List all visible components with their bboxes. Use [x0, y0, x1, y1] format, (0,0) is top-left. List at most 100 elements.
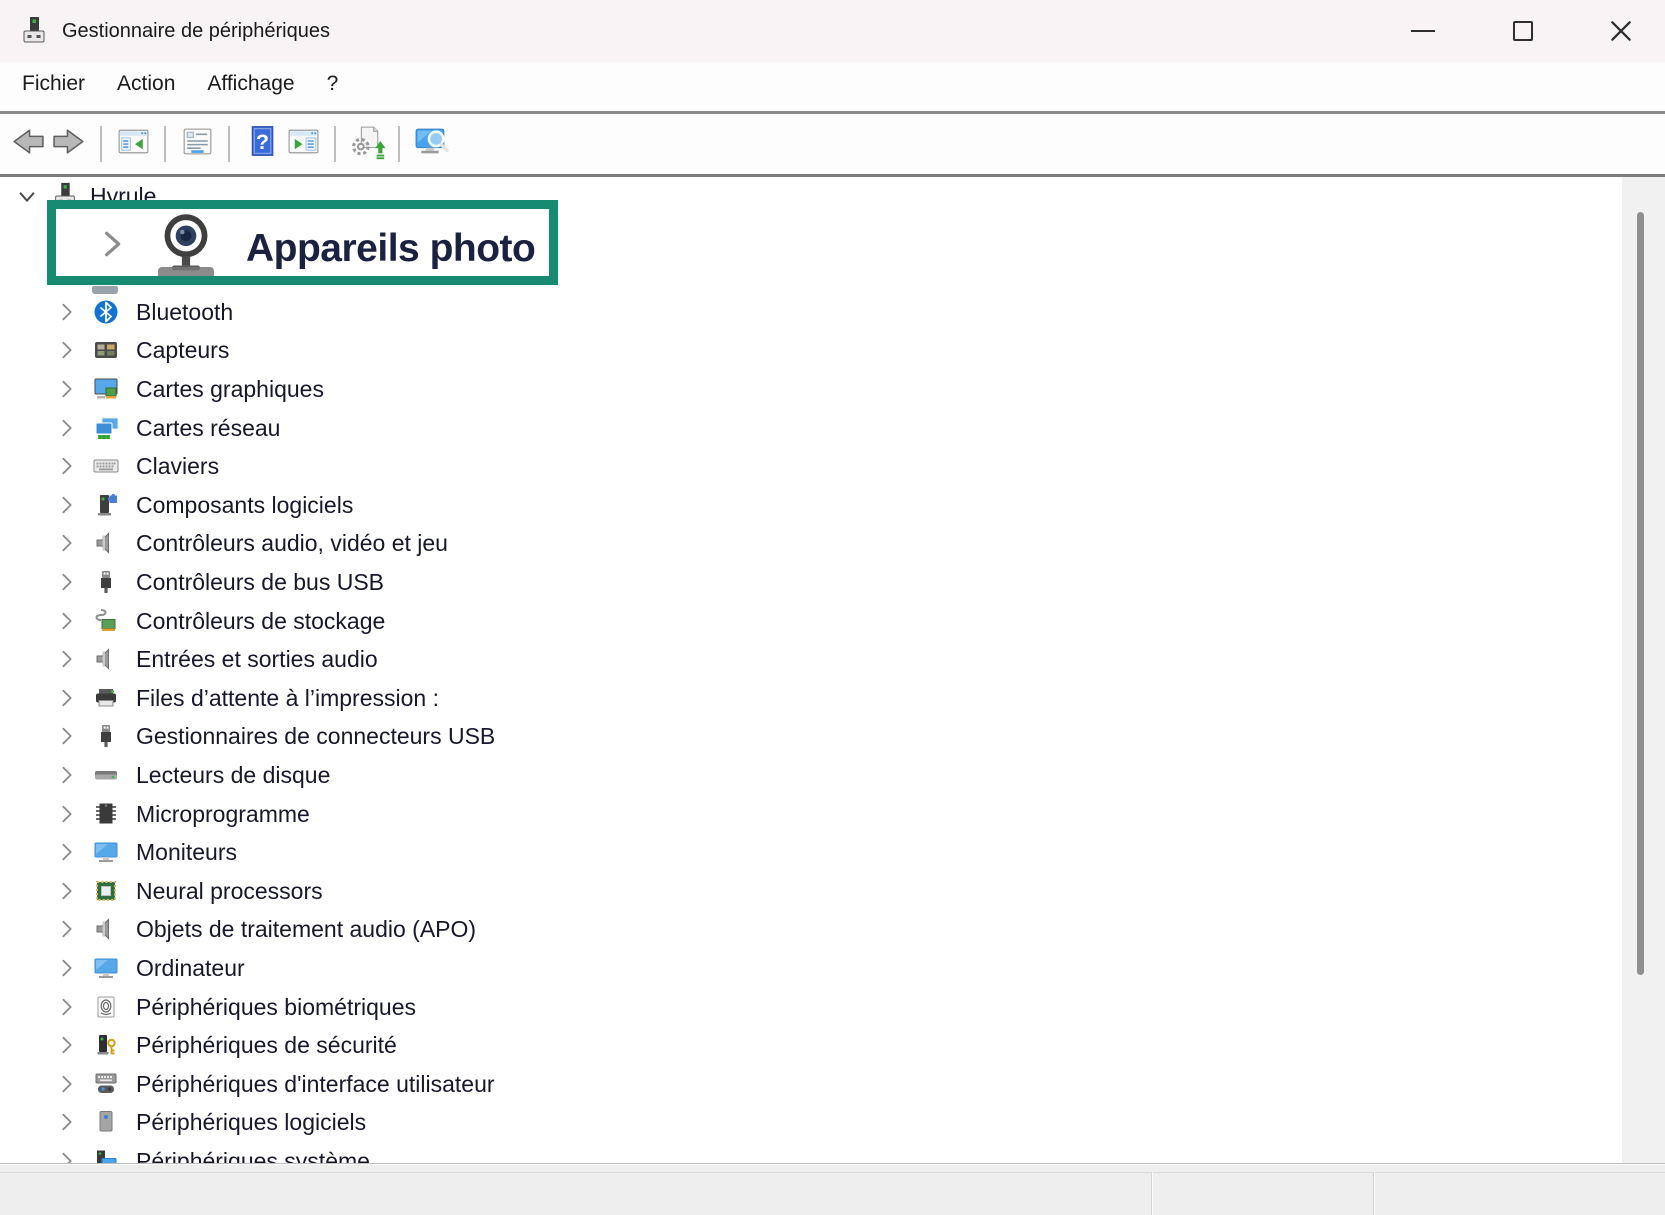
menu-action[interactable]: Action	[117, 72, 175, 96]
chevron-right-icon[interactable]	[56, 417, 78, 439]
chevron-right-icon[interactable]	[56, 996, 78, 1018]
tree-item-label: Composants logiciels	[136, 486, 353, 525]
chevron-right-icon[interactable]	[56, 301, 78, 323]
chevron-right-icon[interactable]	[56, 339, 78, 361]
tree-item-cartes-graphiques[interactable]: Cartes graphiques	[0, 370, 1600, 409]
menu-fichier[interactable]: Fichier	[22, 72, 85, 96]
menu-help[interactable]: ?	[327, 72, 339, 96]
close-button[interactable]	[1597, 0, 1645, 62]
chevron-right-icon[interactable]	[56, 803, 78, 825]
tree-item-neural-processors[interactable]: Neural processors	[0, 872, 1600, 911]
magnified-tree-item-appareils-photo[interactable]: Appareils photo	[47, 200, 558, 285]
tree-item-capteurs[interactable]: Capteurs	[0, 331, 1600, 370]
tree-item-label: Neural processors	[136, 872, 323, 911]
chevron-right-icon[interactable]	[56, 532, 78, 554]
chevron-right-icon[interactable]	[56, 725, 78, 747]
chevron-right-icon[interactable]	[56, 764, 78, 786]
tree-item-label: Files d’attente à l’impression :	[136, 679, 439, 718]
tree-item-cartes-reseau[interactable]: Cartes réseau	[0, 409, 1600, 448]
tree-item-composants-logiciels[interactable]: Composants logiciels	[0, 486, 1600, 525]
titlebar: Gestionnaire de périphériques	[0, 0, 1665, 62]
tree-item-microprogramme[interactable]: Microprogramme	[0, 795, 1600, 834]
tree-item-label: Moniteurs	[136, 833, 237, 872]
close-icon	[1608, 18, 1634, 44]
tree-item-ordinateur[interactable]: Ordinateur	[0, 949, 1600, 988]
chevron-right-icon[interactable]	[56, 378, 78, 400]
tree-item-peripheriques-d-interface-utilisateur[interactable]: Périphériques d'interface utilisateur	[0, 1065, 1600, 1104]
show-console-tree-button[interactable]	[112, 123, 154, 165]
vertical-scrollbar-thumb[interactable]	[1637, 212, 1644, 975]
tree-item-peripheriques-logiciels[interactable]: Périphériques logiciels	[0, 1103, 1600, 1142]
toolbar-separator	[100, 126, 102, 162]
network-adapter-icon	[92, 414, 120, 442]
tree-item-gestionnaires-de-connecteurs-usb[interactable]: Gestionnaires de connecteurs USB	[0, 717, 1600, 756]
tree-item-label: Lecteurs de disque	[136, 756, 330, 795]
printer-icon	[92, 684, 120, 712]
chevron-right-icon[interactable]	[56, 957, 78, 979]
update-driver-button[interactable]	[346, 123, 388, 165]
tree-item-label: Périphériques système	[136, 1142, 370, 1163]
menu-affichage[interactable]: Affichage	[207, 72, 294, 96]
tree-item-controleurs-audio-video-et-jeu[interactable]: Contrôleurs audio, vidéo et jeu	[0, 524, 1600, 563]
security-key-icon	[92, 1031, 120, 1059]
tree-item-bluetooth[interactable]: Bluetooth	[0, 293, 1600, 332]
vertical-scrollbar-track[interactable]	[1622, 177, 1665, 1163]
tree-item-claviers[interactable]: Claviers	[0, 447, 1600, 486]
tree-item-files-d-attente-a-l-impression[interactable]: Files d’attente à l’impression :	[0, 679, 1600, 718]
tree-item-lecteurs-de-disque[interactable]: Lecteurs de disque	[0, 756, 1600, 795]
chevron-right-icon[interactable]	[56, 648, 78, 670]
chevron-right-icon[interactable]	[56, 841, 78, 863]
tree-item-peripheriques-de-securite[interactable]: Périphériques de sécurité	[0, 1026, 1600, 1065]
properties-button[interactable]	[176, 123, 218, 165]
tree-item-controleurs-de-stockage[interactable]: Contrôleurs de stockage	[0, 602, 1600, 641]
disk-drive-icon	[92, 761, 120, 789]
usb-icon	[92, 722, 120, 750]
chevron-right-icon[interactable]	[56, 571, 78, 593]
usb-icon	[92, 568, 120, 596]
console-tree-icon	[115, 123, 152, 165]
maximize-icon	[1513, 21, 1533, 41]
tree-item-peripheriques-biometriques[interactable]: Périphériques biométriques	[0, 988, 1600, 1027]
chevron-right-icon[interactable]	[56, 880, 78, 902]
tree-item-label: Claviers	[136, 447, 219, 486]
action-pane-button[interactable]	[282, 123, 324, 165]
action-pane-icon	[285, 123, 322, 165]
display-adapter-icon	[92, 375, 120, 403]
chevron-right-icon[interactable]	[56, 687, 78, 709]
chevron-down-icon[interactable]	[16, 186, 38, 208]
toolbar-separator	[228, 126, 230, 162]
chevron-right-icon[interactable]	[56, 610, 78, 632]
monitor-icon	[92, 954, 120, 982]
chevron-right-icon[interactable]	[56, 1073, 78, 1095]
chevron-right-icon[interactable]	[56, 1150, 78, 1163]
tree-item-moniteurs[interactable]: Moniteurs	[0, 833, 1600, 872]
tree-item-label: Contrôleurs de stockage	[136, 602, 385, 641]
forward-arrow-icon	[51, 123, 88, 165]
forward-button[interactable]	[48, 123, 90, 165]
chevron-right-icon[interactable]	[56, 918, 78, 940]
tree-item-label: Périphériques de sécurité	[136, 1026, 397, 1065]
minimize-button[interactable]	[1399, 0, 1447, 62]
tree-item-label: Périphériques logiciels	[136, 1103, 366, 1142]
tree-item-peripheriques-systeme[interactable]: Périphériques système	[0, 1142, 1600, 1163]
chevron-right-icon[interactable]	[56, 494, 78, 516]
chevron-right-icon[interactable]	[56, 1111, 78, 1133]
update-driver-icon	[349, 123, 386, 165]
tree-item-controleurs-de-bus-usb[interactable]: Contrôleurs de bus USB	[0, 563, 1600, 602]
chevron-right-icon[interactable]	[56, 455, 78, 477]
speaker-icon	[92, 529, 120, 557]
maximize-button[interactable]	[1499, 0, 1547, 62]
chevron-right-icon[interactable]	[96, 226, 128, 262]
tree-item-label: Bluetooth	[136, 293, 233, 332]
toolbar-separator	[334, 126, 336, 162]
scan-hardware-changes-button[interactable]	[410, 123, 452, 165]
tree-item-objets-de-traitement-audio-apo[interactable]: Objets de traitement audio (APO)	[0, 910, 1600, 949]
tree-item-label: Entrées et sorties audio	[136, 640, 378, 679]
tree-item-label: Cartes graphiques	[136, 370, 324, 409]
back-button[interactable]	[6, 123, 48, 165]
help-button[interactable]: ?	[240, 123, 282, 165]
chevron-right-icon[interactable]	[56, 1034, 78, 1056]
tree-item-entrees-et-sorties-audio[interactable]: Entrées et sorties audio	[0, 640, 1600, 679]
menubar: Fichier Action Affichage ?	[0, 62, 1665, 106]
statusbar-divider	[1151, 1172, 1152, 1215]
